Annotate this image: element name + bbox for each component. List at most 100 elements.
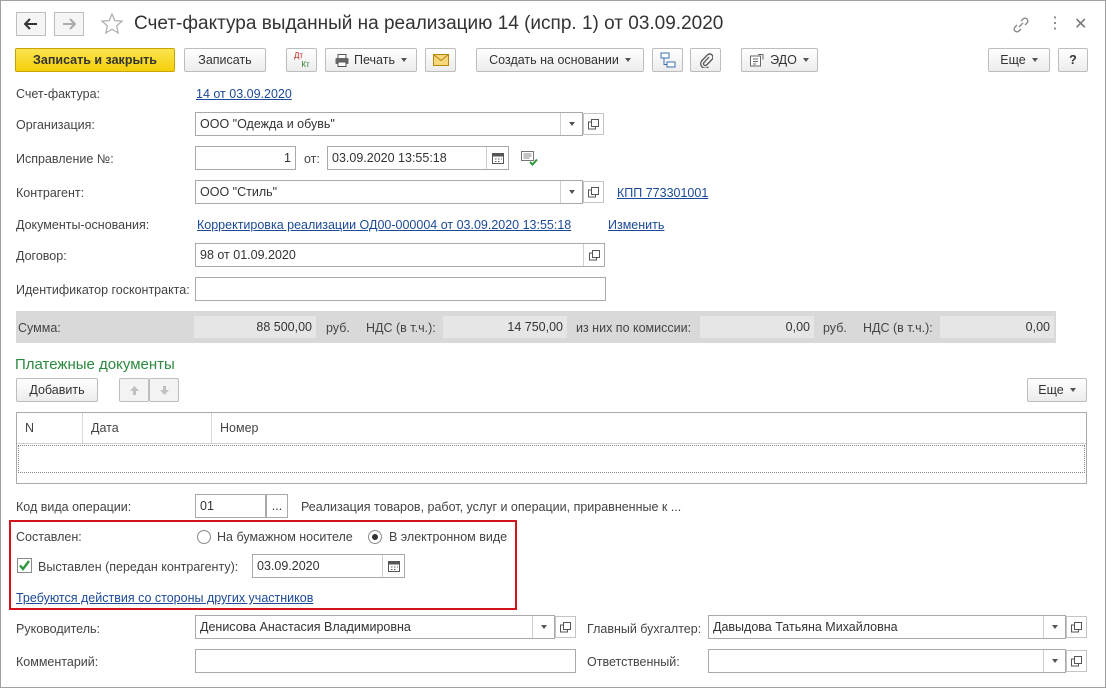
column-number[interactable]: Номер [212, 413, 1086, 443]
open-form-icon [1071, 655, 1082, 666]
counterparty-field[interactable]: ООО "Стиль" [195, 180, 583, 204]
contract-label: Договор: [16, 249, 67, 263]
open-form-icon [588, 118, 599, 129]
contract-open-button[interactable] [583, 244, 604, 266]
vat-value: 14 750,00 [443, 316, 567, 338]
organization-value: ООО "Одежда и обувь" [200, 117, 335, 131]
page-title: Счет-фактура выданный на реализацию 14 (… [134, 13, 724, 34]
open-form-icon [1071, 621, 1082, 632]
counterparty-dropdown[interactable] [560, 181, 582, 203]
link-icon[interactable] [1012, 16, 1030, 37]
organization-open-button[interactable] [583, 113, 604, 135]
accountant-label: Главный бухгалтер: [587, 622, 702, 636]
operation-code-value: 01 [200, 499, 214, 513]
invoice-link[interactable]: 14 от 03.09.2020 [196, 87, 292, 101]
print-button[interactable]: Печать [325, 48, 417, 72]
edo-button[interactable]: ЭДО [741, 48, 818, 72]
head-field[interactable]: Денисова Анастасия Владимировна [195, 615, 555, 639]
calendar-icon [491, 153, 504, 164]
composed-label: Составлен: [16, 530, 82, 544]
create-based-on-label: Создать на основании [489, 53, 619, 67]
radio-electronic-label[interactable]: В электронном виде [389, 530, 507, 544]
radio-paper[interactable] [197, 530, 211, 544]
payments-table: N Дата Номер [16, 412, 1087, 484]
fix-date-calendar-button[interactable] [486, 147, 508, 169]
help-button[interactable]: ? [1058, 48, 1088, 72]
base-docs-link[interactable]: Корректировка реализации ОД00-000004 от … [197, 218, 571, 232]
comment-field[interactable] [195, 649, 576, 673]
doc-status-icon[interactable] [521, 151, 539, 170]
change-link[interactable]: Изменить [608, 218, 664, 232]
comment-label: Комментарий: [16, 655, 99, 669]
issued-date-value: 03.09.2020 [257, 559, 320, 573]
more-button[interactable]: Еще [988, 48, 1050, 72]
vat2-value: 0,00 [940, 316, 1054, 338]
organization-field[interactable]: ООО "Одежда и обувь" [195, 112, 583, 136]
structure-button[interactable] [652, 48, 683, 72]
sum-value: 88 500,00 [194, 316, 316, 338]
chevron-down-icon [1051, 659, 1058, 663]
chevron-down-icon [568, 190, 575, 194]
invoice-label: Счет-фактура: [16, 87, 101, 101]
issued-checkbox[interactable] [17, 558, 32, 573]
table-row-empty[interactable] [18, 445, 1085, 473]
column-date[interactable]: Дата [83, 413, 212, 443]
accountant-dropdown[interactable] [1043, 616, 1065, 638]
favorite-star-icon[interactable] [100, 12, 124, 39]
radio-electronic[interactable] [368, 530, 382, 544]
kpp-link[interactable]: КПП 773301001 [617, 186, 708, 200]
responsible-dropdown[interactable] [1043, 650, 1065, 672]
back-button[interactable] [16, 12, 46, 36]
hierarchy-icon [660, 52, 675, 68]
head-dropdown[interactable] [532, 616, 554, 638]
fix-date-field[interactable]: 03.09.2020 13:55:18 [327, 146, 509, 170]
gov-contract-field[interactable] [195, 277, 606, 301]
organization-dropdown[interactable] [560, 113, 582, 135]
contract-value: 98 от 01.09.2020 [200, 248, 296, 262]
move-down-button[interactable] [149, 378, 179, 402]
save-and-close-button[interactable]: Записать и закрыть [15, 48, 175, 72]
counterparty-open-button[interactable] [583, 181, 604, 203]
contract-field[interactable]: 98 от 01.09.2020 [195, 243, 605, 267]
more-vertical-icon[interactable]: ⋮ [1047, 16, 1063, 32]
chevron-down-icon [540, 625, 547, 629]
head-label: Руководитель: [16, 622, 101, 636]
save-button[interactable]: Записать [184, 48, 266, 72]
action-required-link[interactable]: Требуются действия со стороны других уча… [16, 591, 313, 605]
dt-kt-button[interactable]: Дт Кт [286, 48, 317, 72]
create-based-on-button[interactable]: Создать на основании [476, 48, 644, 72]
email-button[interactable] [425, 48, 456, 72]
close-icon[interactable]: ✕ [1074, 14, 1087, 34]
accountant-field[interactable]: Давыдова Татьяна Михайловна [708, 615, 1066, 639]
operation-code-select-button[interactable]: ... [266, 494, 288, 518]
payments-more-label: Еще [1038, 383, 1064, 397]
fix-number-field[interactable]: 1 [195, 146, 296, 170]
operation-code-field[interactable]: 01 [195, 494, 266, 518]
accountant-open-button[interactable] [1066, 616, 1087, 638]
head-open-button[interactable] [555, 616, 576, 638]
move-up-button[interactable] [119, 378, 149, 402]
responsible-open-button[interactable] [1066, 650, 1087, 672]
print-label: Печать [354, 53, 395, 67]
responsible-field[interactable] [708, 649, 1066, 673]
base-docs-label: Документы-основания: [16, 218, 150, 232]
currency-label: руб. [326, 321, 350, 335]
payments-more-button[interactable]: Еще [1027, 378, 1087, 402]
currency-label-2: руб. [823, 321, 847, 335]
sums-panel: Сумма: 88 500,00 руб. НДС (в т.ч.): 14 7… [16, 311, 1056, 343]
issued-date-field[interactable]: 03.09.2020 [252, 554, 405, 578]
issued-date-calendar-button[interactable] [382, 555, 404, 577]
attach-button[interactable] [690, 48, 721, 72]
responsible-label: Ответственный: [587, 655, 680, 669]
commission-value: 0,00 [700, 316, 814, 338]
fix-number-label: Исправление №: [16, 152, 114, 166]
column-n[interactable]: N [17, 413, 83, 443]
radio-paper-label[interactable]: На бумажном носителе [217, 530, 353, 544]
envelope-icon [432, 54, 449, 66]
calendar-icon [387, 561, 400, 572]
head-value: Денисова Анастасия Владимировна [200, 620, 411, 634]
kt-text: Кт [301, 60, 310, 69]
forward-button[interactable] [54, 12, 84, 36]
dt-text: Дт [293, 51, 304, 60]
add-button[interactable]: Добавить [16, 378, 98, 402]
